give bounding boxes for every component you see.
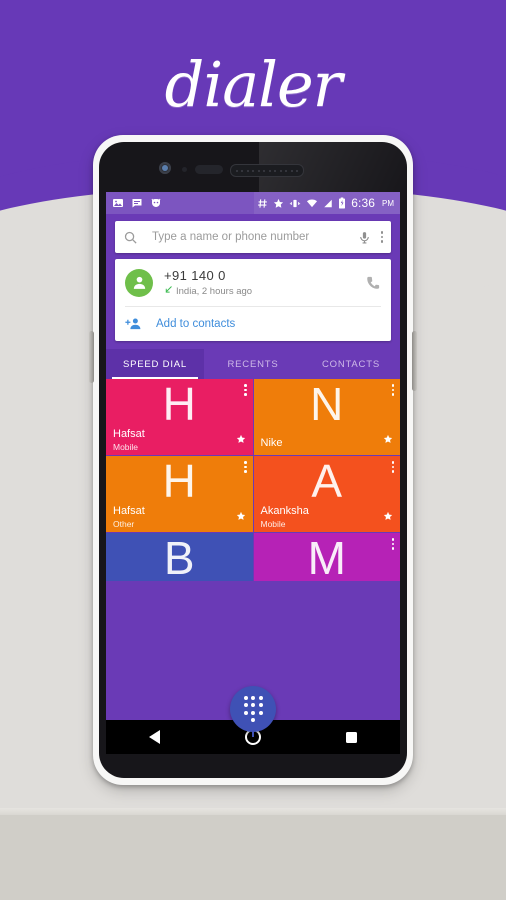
- favorite-star-icon[interactable]: [383, 508, 393, 526]
- dialpad-fab[interactable]: [230, 686, 276, 732]
- phone-handset-icon[interactable]: [366, 275, 381, 290]
- incoming-call-arrow-icon: [164, 285, 173, 297]
- search-section: Type a name or phone number: [106, 214, 400, 253]
- tile-overflow-icon[interactable]: [391, 538, 394, 550]
- star-icon: [273, 198, 284, 209]
- call-location-time: India, 2 hours ago: [176, 285, 253, 297]
- promo-background-floor: [0, 815, 506, 900]
- tab-bar: SPEED DIAL RECENTS CONTACTS: [106, 349, 400, 379]
- avatar: [125, 268, 153, 297]
- call-card-section: +91 140 0 India, 2 hours ago Add to cont…: [106, 253, 400, 341]
- status-bar-clock: 6:36: [351, 196, 375, 210]
- front-camera-icon: [159, 162, 171, 174]
- contact-name: Akanksha: [260, 505, 309, 517]
- search-icon[interactable]: [123, 230, 138, 245]
- contact-initial: H: [162, 456, 196, 507]
- add-to-contacts-row[interactable]: Add to contacts: [115, 307, 391, 341]
- microphone-icon[interactable]: [358, 231, 371, 244]
- light-sensor-icon: [195, 165, 223, 174]
- phone-mockup: 6:36 PM Type a name or phone number +91 …: [89, 135, 417, 791]
- search-input[interactable]: Type a name or phone number: [152, 231, 358, 243]
- tile-overflow-icon[interactable]: [391, 461, 394, 473]
- add-person-icon[interactable]: [125, 316, 142, 331]
- contact-number-type: Mobile: [260, 519, 286, 529]
- power-button[interactable]: [412, 331, 417, 391]
- earpiece-speaker: [230, 164, 304, 177]
- speed-dial-tile[interactable]: B: [106, 533, 253, 581]
- favorite-star-icon[interactable]: [383, 431, 393, 449]
- tile-overflow-icon[interactable]: [244, 461, 247, 473]
- speed-dial-tile[interactable]: A Akanksha Mobile: [253, 456, 400, 532]
- recent-call-card[interactable]: +91 140 0 India, 2 hours ago Add to cont…: [115, 259, 391, 341]
- tab-recents[interactable]: RECENTS: [204, 349, 302, 379]
- page-title: dialer: [164, 48, 343, 121]
- call-details: +91 140 0 India, 2 hours ago: [164, 268, 366, 297]
- tab-contacts[interactable]: CONTACTS: [302, 349, 400, 379]
- dialpad-icon: [243, 695, 263, 723]
- speed-dial-grid: H Hafsat Mobile N Nike H Hafsat Other A …: [106, 379, 400, 581]
- contact-number-type: Mobile: [113, 442, 139, 452]
- phone-number: +91 140 0: [164, 268, 226, 283]
- proximity-sensor-icon: [182, 167, 187, 172]
- speed-dial-tile[interactable]: N Nike: [253, 379, 400, 455]
- status-bar-notifications: [112, 197, 162, 209]
- tile-overflow-icon[interactable]: [391, 384, 394, 396]
- tile-overflow-icon[interactable]: [244, 384, 247, 396]
- battery-charging-icon: [338, 197, 346, 209]
- hashtag-icon: [257, 198, 268, 209]
- wifi-icon: [306, 198, 318, 209]
- contact-initial: H: [162, 379, 196, 430]
- contact-name: Hafsat: [113, 428, 145, 440]
- status-bar: 6:36 PM: [106, 192, 400, 214]
- search-bar[interactable]: Type a name or phone number: [115, 221, 391, 253]
- speed-dial-tile[interactable]: M: [253, 533, 400, 581]
- status-bar-system-icons: 6:36 PM: [257, 196, 394, 210]
- speed-dial-tile[interactable]: H Hafsat Mobile: [106, 379, 253, 455]
- message-icon: [131, 197, 143, 209]
- contact-name: Hafsat: [113, 505, 145, 517]
- vibrate-icon: [289, 198, 301, 209]
- signal-icon: [323, 198, 333, 209]
- speed-dial-tile[interactable]: H Hafsat Other: [106, 456, 253, 532]
- contact-initial: M: [307, 533, 346, 581]
- overflow-menu-icon[interactable]: [380, 231, 383, 243]
- volume-button[interactable]: [89, 331, 94, 383]
- cyanogenmod-icon: [150, 197, 162, 209]
- call-entry-row[interactable]: +91 140 0 India, 2 hours ago: [115, 259, 391, 306]
- contact-number-type: Other: [113, 519, 135, 529]
- favorite-star-icon[interactable]: [236, 508, 246, 526]
- tab-speed-dial[interactable]: SPEED DIAL: [106, 349, 204, 379]
- recents-icon[interactable]: [346, 731, 358, 743]
- back-icon[interactable]: [148, 730, 160, 744]
- status-bar-meridiem: PM: [382, 198, 394, 208]
- dialer-app-screen: 6:36 PM Type a name or phone number +91 …: [106, 192, 400, 754]
- contact-initial: A: [311, 456, 343, 507]
- favorite-star-icon[interactable]: [236, 431, 246, 449]
- contact-initial: B: [163, 533, 195, 581]
- call-subtitle-row: India, 2 hours ago: [164, 285, 366, 297]
- contact-name: Nike: [260, 437, 283, 449]
- add-to-contacts-label[interactable]: Add to contacts: [156, 318, 235, 330]
- contact-initial: N: [310, 379, 344, 430]
- image-icon: [112, 197, 124, 209]
